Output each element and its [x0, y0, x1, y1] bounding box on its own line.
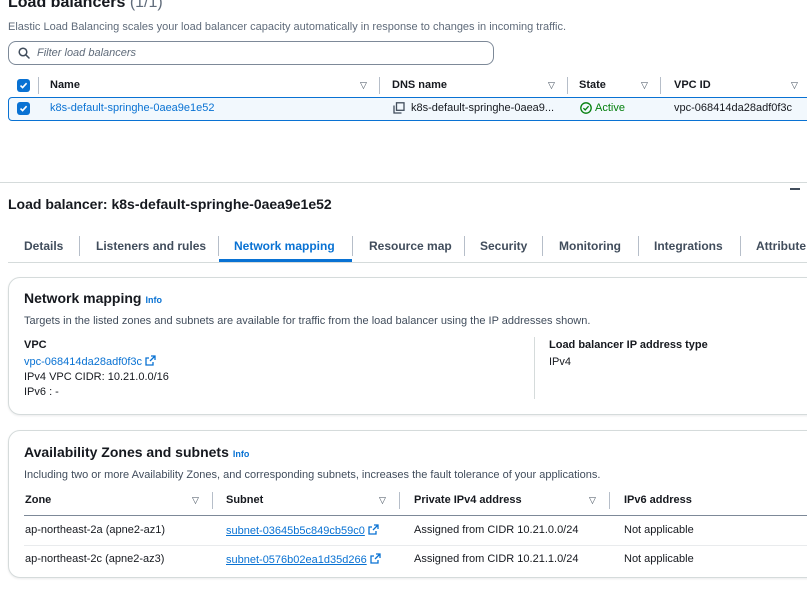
- tab-resource-map[interactable]: Resource map: [369, 239, 452, 253]
- column-header-state[interactable]: State: [579, 79, 606, 91]
- search-icon: [18, 47, 30, 59]
- subnet-link[interactable]: subnet-0576b02ea1d35d266: [226, 553, 381, 566]
- load-balancer-name-link[interactable]: k8s-default-springhe-0aea9e1e52: [50, 102, 215, 114]
- sort-caret-icon[interactable]: ▽: [360, 80, 367, 91]
- tabs-divider: [8, 262, 807, 263]
- subnet-link[interactable]: subnet-03645b5c849cb59c0: [226, 524, 379, 537]
- tab-separator: [638, 236, 639, 256]
- availability-zones-title: Availability Zones and subnets: [24, 444, 229, 460]
- vpc-link[interactable]: vpc-068414da28adf0f3c: [24, 355, 156, 368]
- copy-icon[interactable]: [393, 102, 405, 114]
- external-link-icon: [145, 355, 156, 366]
- tab-integrations[interactable]: Integrations: [654, 239, 723, 253]
- availability-zones-heading: Availability Zones and subnets Info: [24, 444, 249, 460]
- detail-title: Load balancer: k8s-default-springhe-0aea…: [8, 196, 332, 212]
- tab-separator: [79, 236, 80, 256]
- zone-cell: ap-northeast-2a (apne2-az1): [25, 524, 166, 536]
- tab-attributes[interactable]: Attribute: [756, 239, 806, 253]
- ipv6-cell: Not applicable: [624, 553, 694, 565]
- column-header-private-ipv4[interactable]: Private IPv4 address: [414, 494, 522, 506]
- check-icon: [19, 105, 28, 112]
- column-separator: [567, 77, 568, 94]
- success-check-icon: [580, 102, 592, 114]
- vpc-link-text[interactable]: vpc-068414da28adf0f3c: [24, 356, 142, 368]
- state-status: Active: [595, 102, 625, 114]
- network-mapping-title: Network mapping: [24, 290, 142, 306]
- sort-caret-icon[interactable]: ▽: [192, 495, 199, 506]
- page-description: Elastic Load Balancing scales your load …: [8, 21, 567, 33]
- private-ipv4-cell: Assigned from CIDR 10.21.1.0/24: [414, 553, 579, 565]
- tab-separator: [218, 236, 219, 256]
- column-header-subnet[interactable]: Subnet: [226, 494, 263, 506]
- column-divider: [534, 337, 535, 399]
- page-title-text: Load balancers: [8, 0, 126, 11]
- availability-zones-description: Including two or more Availability Zones…: [24, 469, 601, 481]
- filter-input[interactable]: Filter load balancers: [8, 41, 494, 65]
- page-title: Load balancers (1/1): [8, 0, 163, 12]
- subnet-link-text[interactable]: subnet-03645b5c849cb59c0: [226, 525, 365, 537]
- column-header-zone[interactable]: Zone: [25, 494, 51, 506]
- column-separator: [399, 492, 400, 509]
- external-link-icon: [370, 553, 381, 564]
- external-link-icon: [368, 524, 379, 535]
- column-separator: [38, 77, 39, 94]
- network-mapping-description: Targets in the listed zones and subnets …: [24, 315, 591, 327]
- vpc-label: VPC: [24, 339, 47, 351]
- selection-count: (1/1): [129, 0, 163, 11]
- row-divider: [24, 545, 807, 546]
- dns-name: k8s-default-springhe-0aea9...: [411, 102, 555, 114]
- network-mapping-heading: Network mapping Info: [24, 290, 162, 306]
- check-icon: [19, 82, 28, 89]
- subnet-link-text[interactable]: subnet-0576b02ea1d35d266: [226, 554, 367, 566]
- ipv4-vpc-cidr: IPv4 VPC CIDR: 10.21.0.0/16: [24, 371, 169, 383]
- tab-separator: [464, 236, 465, 256]
- column-separator: [212, 492, 213, 509]
- column-separator: [379, 77, 380, 94]
- tab-monitoring[interactable]: Monitoring: [559, 239, 621, 253]
- sort-caret-icon[interactable]: ▽: [548, 80, 555, 91]
- column-header-name[interactable]: Name: [50, 79, 80, 91]
- select-all-checkbox[interactable]: [17, 79, 30, 92]
- ipv6-value: IPv6 : -: [24, 386, 59, 398]
- sort-caret-icon[interactable]: ▽: [379, 495, 386, 506]
- sort-caret-icon[interactable]: ▽: [641, 80, 648, 91]
- ip-address-type-label: Load balancer IP address type: [549, 339, 708, 351]
- tab-security[interactable]: Security: [480, 239, 527, 253]
- tab-network-mapping[interactable]: Network mapping: [234, 239, 335, 253]
- tab-listeners-and-rules[interactable]: Listeners and rules: [96, 239, 206, 253]
- sort-caret-icon[interactable]: ▽: [589, 495, 596, 506]
- row-checkbox[interactable]: [17, 102, 30, 115]
- table-header-divider: [24, 515, 807, 516]
- split-panel-divider[interactable]: [0, 182, 807, 183]
- vpc-id: vpc-068414da28adf0f3c: [674, 102, 793, 114]
- info-link[interactable]: Info: [145, 295, 162, 305]
- column-separator: [660, 77, 661, 94]
- column-separator: [609, 492, 610, 509]
- zone-cell: ap-northeast-2c (apne2-az3): [25, 553, 165, 565]
- tab-separator: [352, 236, 353, 256]
- private-ipv4-cell: Assigned from CIDR 10.21.0.0/24: [414, 524, 579, 536]
- ipv6-cell: Not applicable: [624, 524, 694, 536]
- tab-separator: [740, 236, 741, 256]
- column-header-vpc[interactable]: VPC ID: [674, 79, 711, 91]
- tab-separator: [542, 236, 543, 256]
- column-header-ipv6: IPv6 address: [624, 494, 692, 506]
- info-link[interactable]: Info: [233, 449, 250, 459]
- tab-details[interactable]: Details: [24, 239, 63, 253]
- minimize-icon[interactable]: [790, 188, 800, 190]
- filter-placeholder: Filter load balancers: [37, 47, 137, 59]
- column-header-dns[interactable]: DNS name: [392, 79, 447, 91]
- sort-caret-icon[interactable]: ▽: [791, 80, 798, 91]
- ip-address-type-value: IPv4: [549, 356, 572, 368]
